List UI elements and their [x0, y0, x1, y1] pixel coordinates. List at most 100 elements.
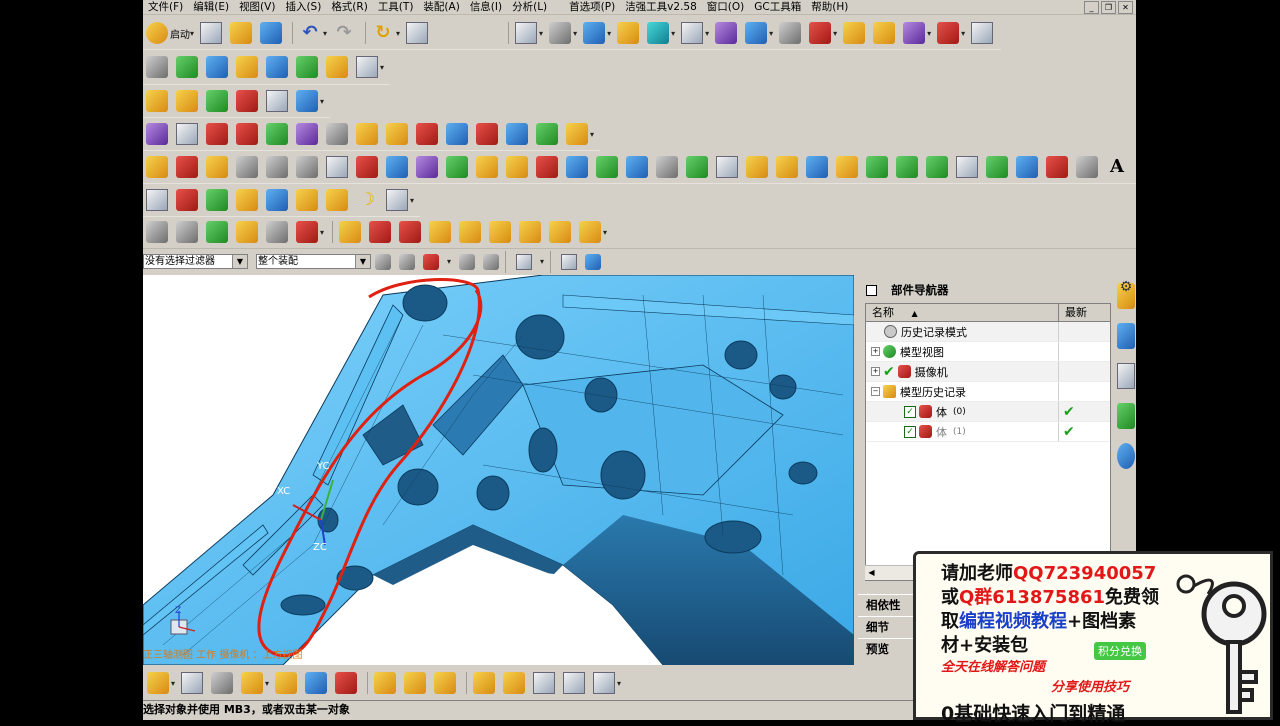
inch-mm-icon[interactable]	[176, 189, 198, 211]
chevron-down-icon[interactable]: ▼	[232, 255, 247, 268]
table-icon[interactable]	[236, 90, 258, 112]
chevron-down-icon[interactable]: ▾	[961, 29, 965, 38]
new-file-icon[interactable]	[200, 22, 223, 44]
tree-row-model-history[interactable]: − 模型历史记录	[866, 382, 1110, 402]
tree-row-model-views[interactable]: + 模型视图	[866, 342, 1110, 362]
menu-edit[interactable]: 编辑(E)	[188, 0, 234, 14]
save-icon[interactable]	[260, 22, 283, 44]
tree-row-body-0[interactable]: ✓ 体 (0) ✔	[866, 402, 1110, 422]
connector-icon[interactable]	[596, 155, 618, 178]
minimize-icon[interactable]: _	[1084, 0, 1099, 14]
part-navigator-icon[interactable]	[1117, 363, 1135, 389]
slab-icon[interactable]	[266, 155, 288, 178]
chevron-down-icon[interactable]: ▾	[320, 228, 324, 237]
attribute-icon[interactable]	[206, 90, 228, 112]
start-icon[interactable]	[146, 22, 168, 44]
reuse-library-icon[interactable]	[1117, 403, 1135, 429]
open-folder-icon[interactable]	[230, 22, 253, 44]
chevron-down-icon[interactable]: ▾	[833, 29, 837, 38]
redo-icon[interactable]: ↷	[333, 22, 355, 44]
graphics-viewport[interactable]: YC XC ZC Z 正三轴测图 工作 摄像机 ：上方视图	[143, 275, 854, 665]
bar-alt-icon[interactable]	[896, 155, 918, 178]
pad-icon[interactable]	[236, 155, 258, 178]
wrap-icon[interactable]	[473, 672, 496, 694]
pin-icon[interactable]	[866, 284, 877, 296]
face-rule-icon[interactable]	[483, 253, 500, 270]
edit-object-icon[interactable]	[809, 22, 832, 44]
level-g-icon[interactable]	[579, 221, 602, 243]
bom-icon[interactable]	[206, 123, 228, 145]
menu-view[interactable]: 视图(V)	[234, 0, 280, 14]
level-c-icon[interactable]	[459, 221, 482, 243]
chevron-down-icon[interactable]: ▼	[355, 255, 370, 268]
visibility-checkbox[interactable]: ✓	[904, 405, 916, 418]
tree-row-cameras[interactable]: + ✔ 摄像机	[866, 362, 1110, 382]
level-d-icon[interactable]	[489, 221, 512, 243]
filter-settings-icon[interactable]	[375, 253, 391, 270]
layer-settings-icon[interactable]	[206, 56, 228, 78]
yellow-tool-icon[interactable]	[326, 56, 348, 78]
expand-icon[interactable]: +	[871, 367, 880, 376]
menu-help[interactable]: 帮助(H)	[806, 0, 853, 14]
boundary-icon[interactable]	[181, 672, 204, 694]
shape-icon[interactable]	[836, 155, 858, 178]
pipes-icon[interactable]	[566, 155, 588, 178]
solid-icon[interactable]	[1016, 155, 1038, 178]
orient-view-icon[interactable]	[583, 22, 606, 44]
part-model-render[interactable]	[143, 275, 854, 665]
ring-icon[interactable]	[446, 155, 468, 178]
selection-info-icon[interactable]	[406, 22, 429, 44]
layer-b-icon[interactable]	[176, 221, 198, 243]
chevron-down-icon[interactable]: ▾	[590, 130, 594, 139]
rainbow-icon[interactable]	[416, 155, 438, 178]
annotation-icon[interactable]	[356, 56, 378, 78]
measure-icon[interactable]	[971, 22, 994, 44]
curve-tool-icon[interactable]	[275, 672, 298, 694]
offset-icon[interactable]	[374, 672, 397, 694]
rot-icon[interactable]	[146, 189, 168, 211]
pocket-icon[interactable]	[206, 155, 228, 178]
chart-icon[interactable]	[536, 123, 558, 145]
chevron-down-icon[interactable]: ▾	[540, 257, 544, 266]
cube-outline-icon[interactable]	[593, 672, 616, 694]
swap-icon[interactable]	[476, 123, 498, 145]
repeat-command-icon[interactable]: ↻	[372, 22, 394, 44]
bar-icon[interactable]	[866, 155, 888, 178]
panda-icon[interactable]	[326, 123, 348, 145]
arrow-down-icon[interactable]	[399, 221, 422, 243]
chevron-down-icon[interactable]: ▾	[380, 63, 384, 72]
box-icon[interactable]	[176, 90, 198, 112]
chevron-down-icon[interactable]: ▾	[539, 29, 543, 38]
sketch-icon[interactable]	[873, 22, 896, 44]
chevron-down-icon[interactable]: ▾	[320, 97, 324, 106]
transform-points-icon[interactable]	[146, 56, 168, 78]
close-icon[interactable]: ✕	[1118, 0, 1133, 14]
bottom-tool-icon[interactable]	[147, 672, 169, 694]
stack-green-icon[interactable]	[686, 155, 708, 178]
curve-rule-icon[interactable]	[459, 253, 476, 270]
menu-analysis[interactable]: 分析(L)	[507, 0, 552, 14]
menu-assembly[interactable]: 装配(A)	[418, 0, 464, 14]
chevron-down-icon[interactable]: ▾	[190, 29, 194, 38]
screen-icon[interactable]	[266, 189, 288, 211]
list-check-icon[interactable]	[236, 123, 258, 145]
chevron-down-icon[interactable]: ▾	[607, 29, 611, 38]
moon-icon[interactable]: ☽	[356, 189, 378, 211]
mirror-icon[interactable]	[296, 123, 318, 145]
selection-icon[interactable]	[423, 253, 439, 270]
copy-icon[interactable]	[434, 672, 457, 694]
layer-d-icon[interactable]	[236, 221, 258, 243]
menu-file[interactable]: 文件(F)	[143, 0, 188, 14]
column-header-latest[interactable]: 最新	[1059, 304, 1110, 321]
chain-icon[interactable]	[503, 672, 526, 694]
chevron-down-icon[interactable]: ▾	[396, 29, 400, 38]
constraint-navigator-icon[interactable]	[1117, 323, 1135, 349]
arrows-icon[interactable]	[386, 123, 408, 145]
tree-row-body-1[interactable]: ✓ 体 (1) ✔	[866, 422, 1110, 442]
fraction-icon[interactable]	[386, 189, 408, 211]
restore-icon[interactable]: ❐	[1101, 0, 1116, 14]
menu-insert[interactable]: 插入(S)	[280, 0, 326, 14]
calculator-icon[interactable]	[326, 189, 348, 211]
rect-icon[interactable]	[926, 155, 948, 178]
envelope-icon[interactable]	[176, 123, 198, 145]
